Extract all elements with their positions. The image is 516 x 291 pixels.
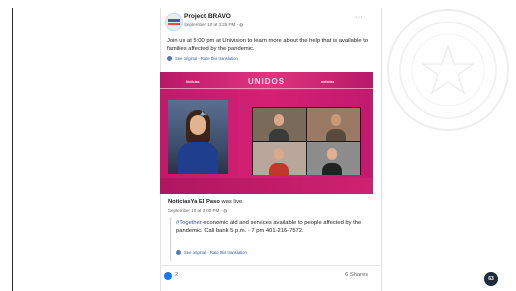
shared-post-text: #Together economic aid and services avai… (176, 220, 362, 234)
post-text: Join us at 5:00 pm at Univision to learn… (167, 38, 369, 52)
see-original-link[interactable]: See original · Rate this translation (167, 56, 238, 61)
video-call-tile (253, 142, 306, 175)
like-reaction-icon[interactable] (164, 272, 172, 280)
shared-page-name[interactable]: NoticiasYa El Paso (168, 199, 220, 205)
video-brand-left: Noticias (186, 80, 200, 84)
shared-timestamp[interactable]: September 10 at 3:00 PM · ◍ (168, 208, 227, 214)
agency-seal-watermark (387, 9, 509, 131)
public-globe-icon: ◍ (239, 22, 244, 27)
shared-video-player[interactable]: Noticias UNIDOS noticias (160, 72, 373, 194)
video-call-tile (307, 142, 360, 175)
post-timestamp[interactable]: September 10 at 3:25 PM · ◍ (184, 22, 243, 28)
video-call-grid (252, 107, 361, 175)
video-call-tile (253, 108, 306, 141)
video-bottom-banner (160, 178, 373, 194)
post-more-options-icon[interactable]: ··· (355, 14, 364, 21)
shared-post-header: NoticiasYa El Paso was live. (168, 199, 244, 205)
video-banner-line (160, 88, 373, 89)
shared-quote-bar (170, 217, 171, 261)
translate-globe-icon (176, 250, 181, 255)
video-brand-right: noticias (321, 80, 335, 84)
hashtag-link[interactable]: #Together (176, 220, 202, 226)
shares-count[interactable]: 6 Shares (345, 272, 368, 278)
slide-left-rule (12, 8, 13, 291)
post-footer-divider (160, 265, 380, 266)
project-bravo-logo (165, 13, 183, 31)
see-original-link-shared[interactable]: See original · Rate this translation (176, 250, 247, 255)
video-call-tile (307, 108, 360, 141)
public-globe-icon: ◍ (223, 208, 228, 213)
video-title-logo: UNIDOS (248, 77, 286, 86)
post-page-name[interactable]: Project BRAVO (184, 13, 231, 20)
video-host-panel (168, 100, 228, 174)
translate-globe-icon (167, 56, 172, 61)
volume-icon[interactable]: 🔈 (200, 109, 209, 117)
slide-number-badge: 63 (484, 272, 498, 286)
reaction-count[interactable]: 2 (175, 272, 178, 278)
